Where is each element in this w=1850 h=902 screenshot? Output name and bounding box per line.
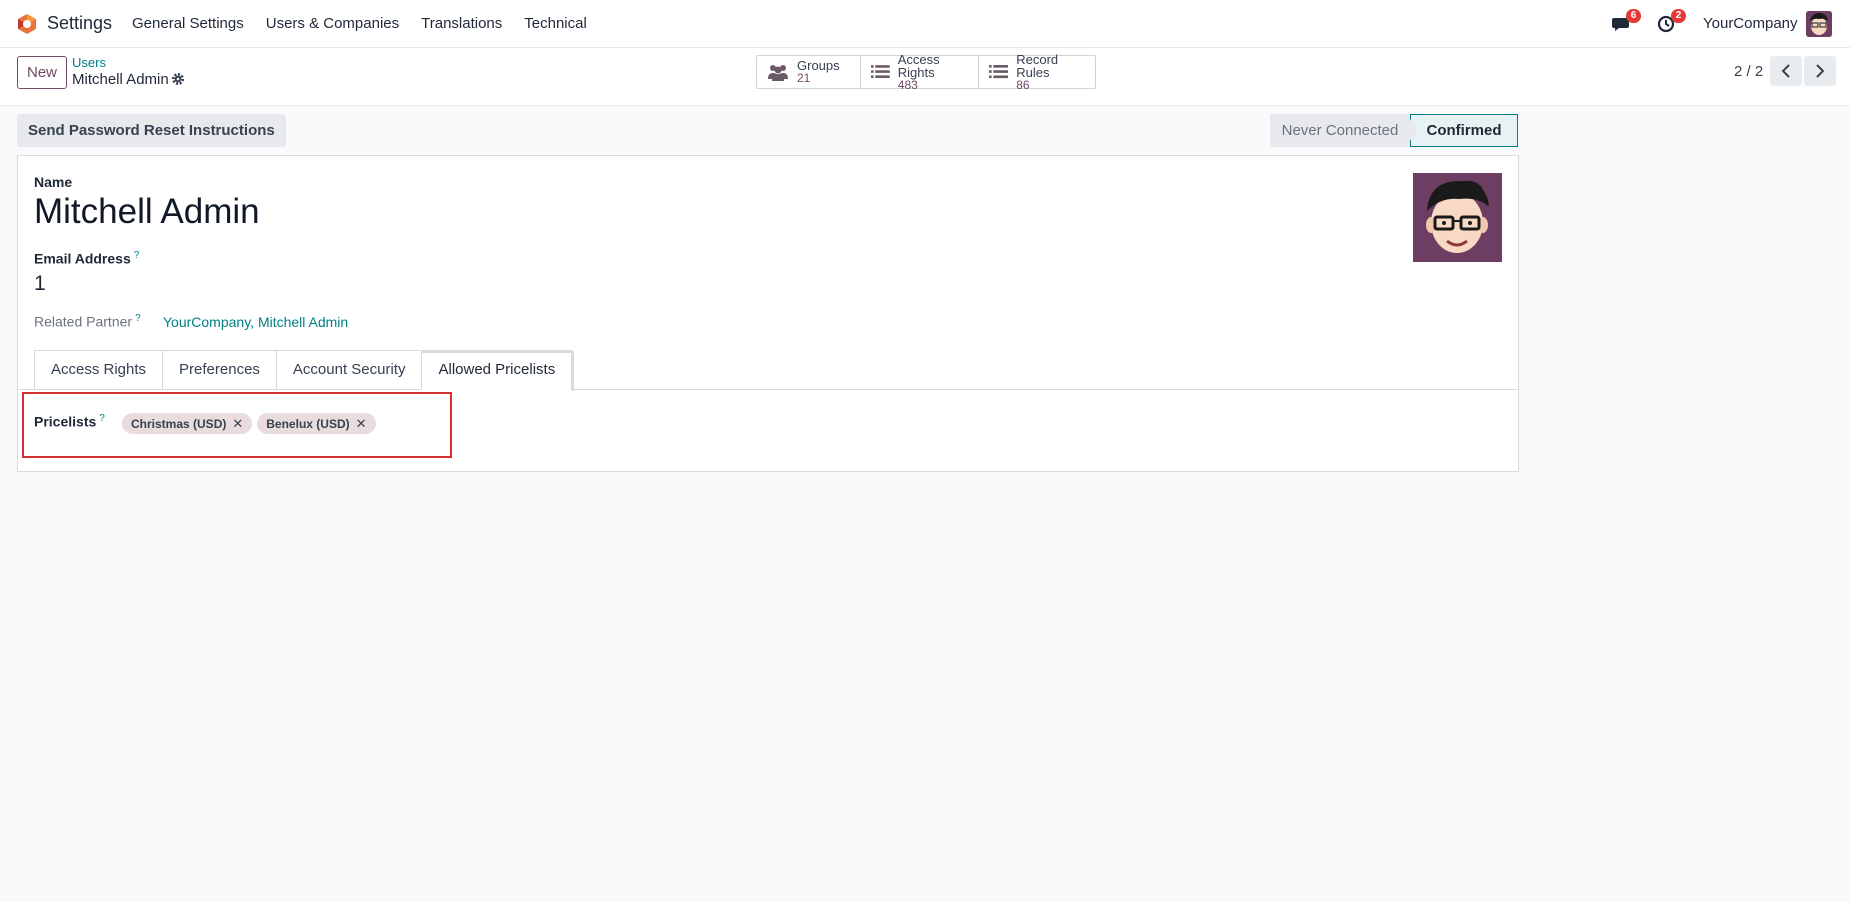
groups-count: 21 bbox=[797, 71, 811, 85]
pricelist-tag: Christmas (USD) ✕ bbox=[122, 413, 253, 434]
app-name[interactable]: Settings bbox=[47, 13, 112, 34]
main-menu: General Settings Users & Companies Trans… bbox=[132, 15, 609, 32]
email-field[interactable]: 1 bbox=[34, 272, 46, 296]
groups-smart-button[interactable]: Groups 21 bbox=[757, 56, 861, 88]
top-navbar: Settings General Settings Users & Compan… bbox=[0, 0, 1850, 48]
user-face-icon bbox=[1413, 173, 1502, 262]
user-face-icon bbox=[1806, 11, 1832, 37]
pricelists-label: Pricelists? bbox=[34, 413, 105, 430]
status-confirmed[interactable]: Confirmed bbox=[1410, 114, 1518, 147]
control-panel: New Users Mitchell Admin Groups 21 Acces… bbox=[0, 48, 1850, 106]
email-label-text: Email Address bbox=[34, 250, 131, 267]
related-partner-label-text: Related Partner bbox=[34, 313, 133, 330]
tab-account-security[interactable]: Account Security bbox=[275, 350, 422, 390]
user-photo[interactable] bbox=[1413, 173, 1502, 262]
smart-buttons: Groups 21 Access Rights 483 Record Rules… bbox=[756, 51, 1096, 91]
pricelist-tag-label: Christmas (USD) bbox=[131, 416, 227, 431]
menu-technical[interactable]: Technical bbox=[524, 15, 587, 32]
activities-button[interactable]: 2 bbox=[1656, 9, 1686, 35]
name-field[interactable]: Mitchell Admin bbox=[34, 192, 260, 232]
record-rules-smart-button[interactable]: Record Rules 86 bbox=[979, 51, 1095, 91]
tab-access-rights[interactable]: Access Rights bbox=[34, 350, 163, 390]
email-label: Email Address? bbox=[34, 250, 139, 267]
remove-tag-icon[interactable]: ✕ bbox=[232, 416, 243, 432]
access-rights-label: Access Rights bbox=[897, 51, 940, 80]
pricelists-help-icon[interactable]: ? bbox=[99, 413, 105, 424]
pricelist-tag: Benelux (USD) ✕ bbox=[257, 413, 376, 434]
breadcrumb-current: Mitchell Admin bbox=[72, 71, 169, 88]
related-partner-link[interactable]: YourCompany, Mitchell Admin bbox=[163, 314, 348, 330]
messages-badge: 6 bbox=[1626, 9, 1641, 23]
list-icon bbox=[871, 65, 890, 78]
access-rights-smart-button[interactable]: Access Rights 483 bbox=[861, 51, 979, 91]
related-partner-label: Related Partner? bbox=[34, 313, 141, 330]
partner-help-icon[interactable]: ? bbox=[135, 313, 141, 324]
pager-next-button[interactable] bbox=[1804, 56, 1836, 86]
list-icon bbox=[989, 65, 1009, 79]
record-rules-label: Record Rules bbox=[1016, 51, 1059, 80]
menu-general-settings[interactable]: General Settings bbox=[132, 15, 244, 32]
status-never-connected[interactable]: Never Connected bbox=[1270, 114, 1410, 147]
access-rights-count: 483 bbox=[897, 77, 918, 92]
activities-badge: 2 bbox=[1671, 9, 1686, 23]
send-password-reset-button[interactable]: Send Password Reset Instructions bbox=[17, 114, 286, 147]
gear-icon[interactable] bbox=[171, 72, 185, 86]
name-label: Name bbox=[34, 174, 73, 190]
tab-preferences[interactable]: Preferences bbox=[162, 350, 276, 390]
notebook-tabs: Access Rights Preferences Account Securi… bbox=[34, 350, 574, 391]
chevron-left-icon bbox=[1781, 64, 1790, 78]
app-logo-icon[interactable] bbox=[17, 13, 37, 35]
chevron-right-icon bbox=[1816, 64, 1825, 78]
menu-users-companies[interactable]: Users & Companies bbox=[266, 15, 399, 32]
remove-tag-icon[interactable]: ✕ bbox=[356, 416, 367, 432]
tab-allowed-pricelists[interactable]: Allowed Pricelists bbox=[421, 350, 574, 391]
company-switcher[interactable]: YourCompany bbox=[1703, 15, 1798, 32]
messages-button[interactable]: 6 bbox=[1611, 9, 1641, 35]
breadcrumb-users[interactable]: Users bbox=[72, 55, 106, 70]
pricelists-label-text: Pricelists bbox=[34, 413, 97, 430]
email-help-icon[interactable]: ? bbox=[134, 250, 140, 261]
form-sheet: Name Mitchell Admin Email Address? 1 Rel… bbox=[17, 155, 1519, 472]
pricelists-tags-field[interactable]: Christmas (USD) ✕ Benelux (USD) ✕ bbox=[122, 413, 376, 434]
pricelist-tag-label: Benelux (USD) bbox=[266, 416, 350, 431]
users-icon bbox=[768, 65, 788, 81]
record-rules-count: 86 bbox=[1016, 77, 1030, 92]
user-avatar[interactable] bbox=[1806, 11, 1832, 37]
new-button[interactable]: New bbox=[17, 56, 67, 89]
pager-previous-button[interactable] bbox=[1770, 56, 1802, 86]
pager-value[interactable]: 2 / 2 bbox=[1734, 63, 1763, 80]
status-separator-arrow bbox=[1406, 114, 1418, 146]
menu-translations[interactable]: Translations bbox=[421, 15, 502, 32]
